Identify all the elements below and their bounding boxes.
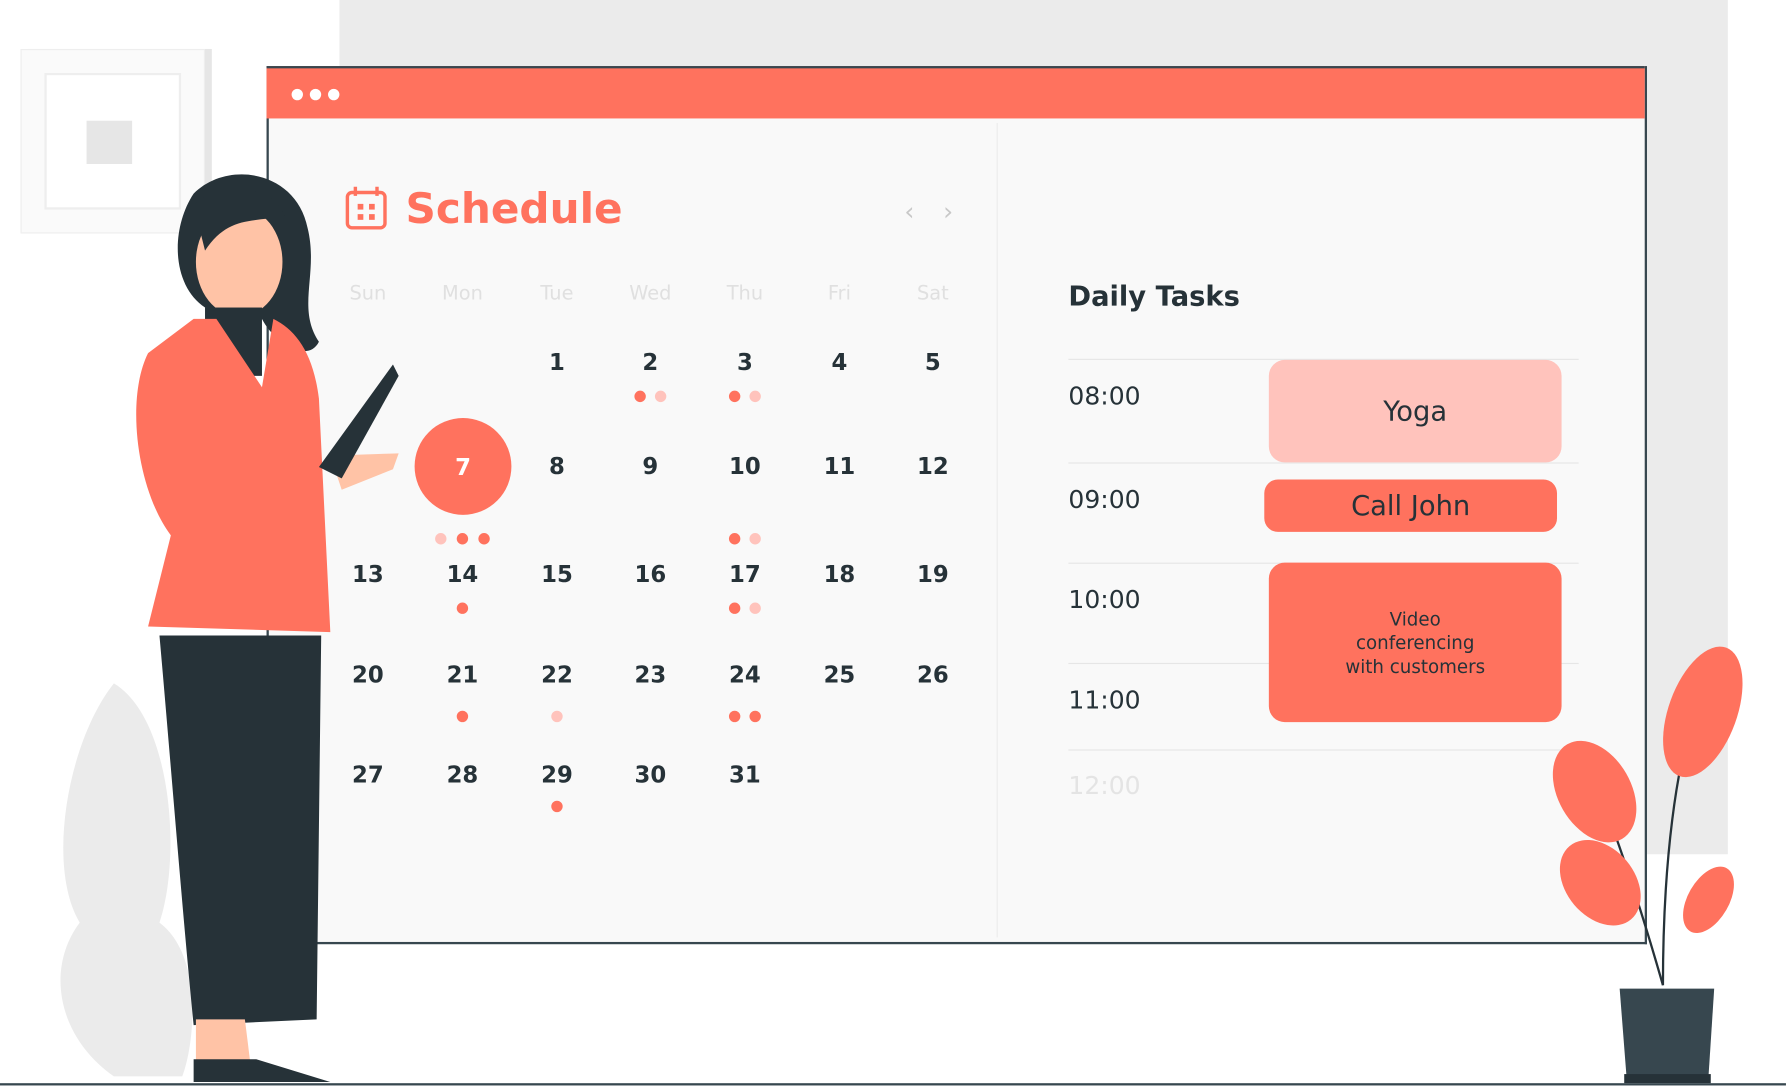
daily-tasks-title: Daily Tasks bbox=[1068, 280, 1240, 313]
window-dot-icon[interactable] bbox=[328, 88, 340, 101]
calendar-day[interactable]: 19 bbox=[899, 560, 967, 587]
time-label: 10:00 bbox=[1068, 586, 1141, 616]
time-label: 12:00 bbox=[1068, 772, 1141, 801]
next-month-button[interactable]: › bbox=[943, 198, 953, 226]
calendar-day[interactable]: 10 bbox=[711, 452, 779, 479]
event-dot bbox=[456, 602, 469, 614]
event-dot bbox=[478, 533, 490, 545]
weekday-label: Tue bbox=[540, 282, 574, 306]
event-dot bbox=[551, 800, 563, 813]
calendar-day[interactable]: 25 bbox=[805, 661, 873, 688]
calendar-day[interactable]: 23 bbox=[616, 661, 684, 688]
calendar-day[interactable]: 26 bbox=[899, 661, 967, 688]
calendar-day[interactable]: 24 bbox=[711, 661, 779, 688]
weekday-label: Fri bbox=[827, 282, 851, 306]
event-dot bbox=[654, 390, 667, 403]
calendar-day[interactable]: 2 bbox=[616, 349, 684, 376]
task-label: Video conferencing with customers bbox=[1345, 607, 1486, 678]
calendar-day[interactable]: 1 bbox=[523, 349, 591, 376]
time-label: 11:00 bbox=[1068, 686, 1141, 716]
calendar-day[interactable]: 17 bbox=[711, 560, 779, 587]
panel-divider bbox=[996, 123, 998, 938]
event-dot bbox=[728, 390, 741, 403]
event-dot bbox=[749, 390, 761, 403]
calendar-day[interactable]: 5 bbox=[899, 349, 967, 376]
calendar-day[interactable]: 9 bbox=[616, 452, 684, 479]
window-dot-icon[interactable] bbox=[291, 88, 303, 101]
event-dot bbox=[728, 602, 741, 614]
time-label: 09:00 bbox=[1068, 486, 1141, 515]
calendar-day[interactable]: 18 bbox=[805, 560, 873, 587]
calendar-day[interactable]: 21 bbox=[428, 661, 496, 688]
divider bbox=[1068, 749, 1579, 751]
woman-illustration-icon bbox=[136, 174, 399, 1083]
event-dot bbox=[728, 533, 741, 545]
event-dot bbox=[435, 533, 447, 545]
event-dot bbox=[749, 533, 761, 545]
calendar-day[interactable]: 11 bbox=[805, 452, 873, 479]
ground-line bbox=[0, 1083, 1786, 1086]
time-label: 08:00 bbox=[1068, 382, 1141, 412]
task-label: Call John bbox=[1351, 489, 1471, 522]
calendar-day[interactable]: 16 bbox=[616, 560, 684, 587]
event-dot bbox=[749, 602, 761, 614]
calendar-day[interactable]: 4 bbox=[805, 349, 873, 376]
divider bbox=[1068, 462, 1579, 464]
weekday-label: Thu bbox=[726, 282, 764, 306]
event-dot bbox=[456, 533, 469, 545]
window-title-bar bbox=[266, 66, 1645, 119]
weekday-label: Wed bbox=[629, 282, 672, 306]
task-label: Yoga bbox=[1383, 395, 1448, 428]
event-dot bbox=[728, 710, 741, 723]
task-video-conferencing[interactable]: Video conferencing with customers bbox=[1268, 562, 1562, 723]
calendar-day[interactable]: 15 bbox=[523, 560, 591, 587]
calendar-day[interactable]: 29 bbox=[523, 761, 591, 788]
weekday-label: Mon bbox=[442, 282, 483, 306]
task-yoga[interactable]: Yoga bbox=[1268, 359, 1562, 463]
calendar-day[interactable]: 22 bbox=[523, 661, 591, 688]
task-call-john[interactable]: Call John bbox=[1264, 479, 1558, 532]
calendar-day[interactable]: 28 bbox=[428, 761, 496, 788]
calendar-day[interactable]: 14 bbox=[428, 560, 496, 587]
calendar-day[interactable]: 8 bbox=[523, 452, 591, 479]
calendar-day[interactable]: 12 bbox=[899, 452, 967, 479]
calendar-day[interactable]: 31 bbox=[711, 761, 779, 788]
calendar-day[interactable]: 30 bbox=[616, 761, 684, 788]
event-dot bbox=[551, 710, 563, 723]
calendar-day[interactable]: 3 bbox=[711, 349, 779, 376]
prev-month-button[interactable]: ‹ bbox=[904, 198, 914, 226]
event-dot bbox=[749, 710, 761, 723]
event-dot bbox=[634, 390, 646, 403]
event-dot bbox=[456, 710, 469, 723]
calendar-title: Schedule bbox=[405, 184, 623, 234]
weekday-label: Sat bbox=[916, 282, 949, 306]
window-dot-icon[interactable] bbox=[309, 88, 322, 101]
potted-plant-icon bbox=[1552, 646, 1743, 1084]
selected-day[interactable]: 7 bbox=[414, 418, 512, 515]
